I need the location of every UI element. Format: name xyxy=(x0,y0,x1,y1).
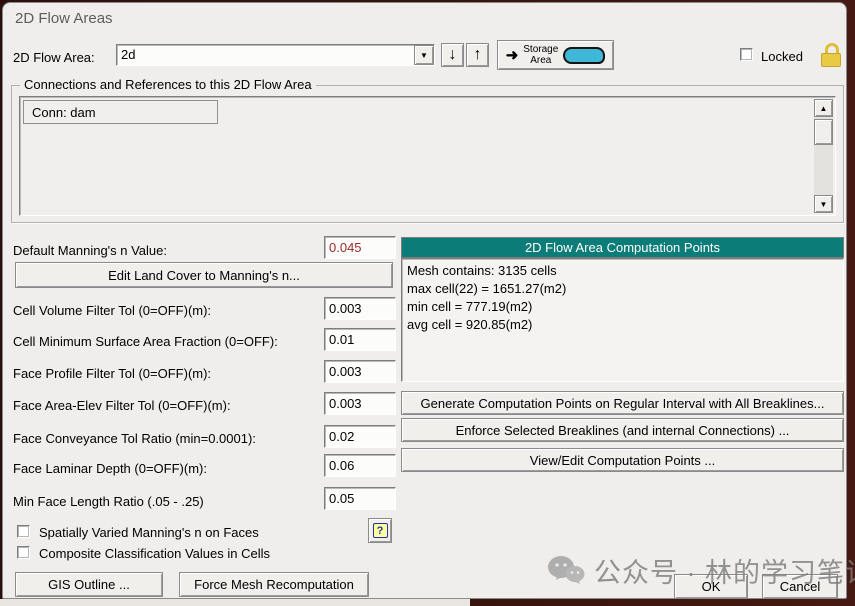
cell-volume-filter-label: Cell Volume Filter Tol (0=OFF)(m): xyxy=(13,303,211,318)
up-arrow-icon: ↑ xyxy=(474,46,482,64)
spatially-varied-label: Spatially Varied Manning's n on Faces xyxy=(39,525,259,540)
help-button[interactable]: ? xyxy=(368,518,392,543)
generate-computation-points-button[interactable]: Generate Computation Points on Regular I… xyxy=(401,391,844,415)
mesh-info-line: min cell = 777.19(m2) xyxy=(407,298,838,316)
face-profile-filter-field[interactable]: 0.003 xyxy=(324,360,396,383)
edit-land-cover-button[interactable]: Edit Land Cover to Manning's n... xyxy=(15,262,393,288)
background-window-strip xyxy=(0,599,470,606)
force-mesh-recomputation-button[interactable]: Force Mesh Recomputation xyxy=(179,572,369,597)
cancel-button[interactable]: Cancel xyxy=(762,574,838,599)
scroll-up-button[interactable]: ▲ xyxy=(814,99,833,117)
composite-classification-label: Composite Classification Values in Cells xyxy=(39,546,270,561)
enforce-breaklines-button[interactable]: Enforce Selected Breaklines (and interna… xyxy=(401,418,844,442)
connections-groupbox: Connections and References to this 2D Fl… xyxy=(11,85,844,223)
down-arrow-icon: ↓ xyxy=(449,46,457,64)
face-area-elev-label: Face Area-Elev Filter Tol (0=OFF)(m): xyxy=(13,398,231,413)
connections-list[interactable]: Conn: dam ▲ ▼ xyxy=(19,96,836,216)
cell-min-surface-label: Cell Minimum Surface Area Fraction (0=OF… xyxy=(13,334,278,349)
combo-dropdown-button[interactable]: ▼ xyxy=(414,45,434,65)
right-arrow-icon: ➜ xyxy=(506,48,519,63)
2d-flow-areas-dialog: 2D Flow Areas 2D Flow Area: 2d ▼ ↓ ↑ ➜ S… xyxy=(2,2,847,599)
scrollbar-thumb[interactable] xyxy=(814,119,833,145)
mesh-info-line: Mesh contains: 3135 cells xyxy=(407,262,838,280)
manning-value-field[interactable]: 0.045 xyxy=(324,236,396,259)
cell-volume-filter-field[interactable]: 0.003 xyxy=(324,297,396,320)
flow-area-combobox[interactable]: 2d ▼ xyxy=(116,44,435,66)
window-title: 2D Flow Areas xyxy=(15,10,113,27)
storage-area-icon xyxy=(563,47,605,64)
manning-label: Default Manning's n Value: xyxy=(13,243,167,258)
face-laminar-depth-label: Face Laminar Depth (0=OFF)(m): xyxy=(13,461,207,476)
padlock-icon xyxy=(821,43,843,69)
mesh-info-box: Mesh contains: 3135 cells max cell(22) =… xyxy=(401,258,844,382)
computation-points-header: 2D Flow Area Computation Points xyxy=(401,237,844,258)
face-conveyance-field[interactable]: 0.02 xyxy=(324,425,396,448)
flow-area-label: 2D Flow Area: xyxy=(13,50,95,65)
flow-area-value: 2d xyxy=(117,45,414,65)
help-icon: ? xyxy=(373,523,388,538)
locked-checkbox[interactable] xyxy=(740,48,753,61)
scroll-down-button[interactable]: ▼ xyxy=(814,195,833,213)
connections-group-title: Connections and References to this 2D Fl… xyxy=(20,77,316,92)
min-face-length-field[interactable]: 0.05 xyxy=(324,487,396,510)
scroll-down-icon: ▼ xyxy=(820,200,828,209)
spatially-varied-checkbox[interactable] xyxy=(17,525,30,538)
mesh-info-line: max cell(22) = 1651.27(m2) xyxy=(407,280,838,298)
face-profile-filter-label: Face Profile Filter Tol (0=OFF)(m): xyxy=(13,366,211,381)
cell-min-surface-field[interactable]: 0.01 xyxy=(324,328,396,351)
padlock-body xyxy=(821,53,841,67)
face-conveyance-label: Face Conveyance Tol Ratio (min=0.0001): xyxy=(13,431,256,446)
storage-label-line2: Area xyxy=(530,55,551,66)
screen-backdrop: 2D Flow Areas 2D Flow Area: 2d ▼ ↓ ↑ ➜ S… xyxy=(0,0,855,606)
previous-area-button[interactable]: ↓ xyxy=(441,43,464,67)
view-edit-computation-points-button[interactable]: View/Edit Computation Points ... xyxy=(401,448,844,472)
face-laminar-depth-field[interactable]: 0.06 xyxy=(324,454,396,477)
title-bar[interactable]: 2D Flow Areas xyxy=(3,3,846,33)
composite-classification-checkbox[interactable] xyxy=(17,546,30,559)
chevron-down-icon: ▼ xyxy=(420,51,428,60)
connections-scrollbar[interactable]: ▲ ▼ xyxy=(814,99,833,213)
connection-list-item[interactable]: Conn: dam xyxy=(23,100,218,124)
storage-area-button[interactable]: ➜ Storage Area xyxy=(497,40,614,70)
scroll-up-icon: ▲ xyxy=(820,104,828,113)
locked-label: Locked xyxy=(761,49,803,64)
storage-label-line1: Storage xyxy=(523,44,558,55)
ok-button[interactable]: OK xyxy=(674,574,748,599)
mesh-info-line: avg cell = 920.85(m2) xyxy=(407,316,838,334)
storage-area-button-label: Storage Area xyxy=(523,44,558,66)
gis-outline-button[interactable]: GIS Outline ... xyxy=(15,572,163,597)
face-area-elev-field[interactable]: 0.003 xyxy=(324,392,396,415)
min-face-length-label: Min Face Length Ratio (.05 - .25) xyxy=(13,494,204,509)
next-area-button[interactable]: ↑ xyxy=(466,43,489,67)
